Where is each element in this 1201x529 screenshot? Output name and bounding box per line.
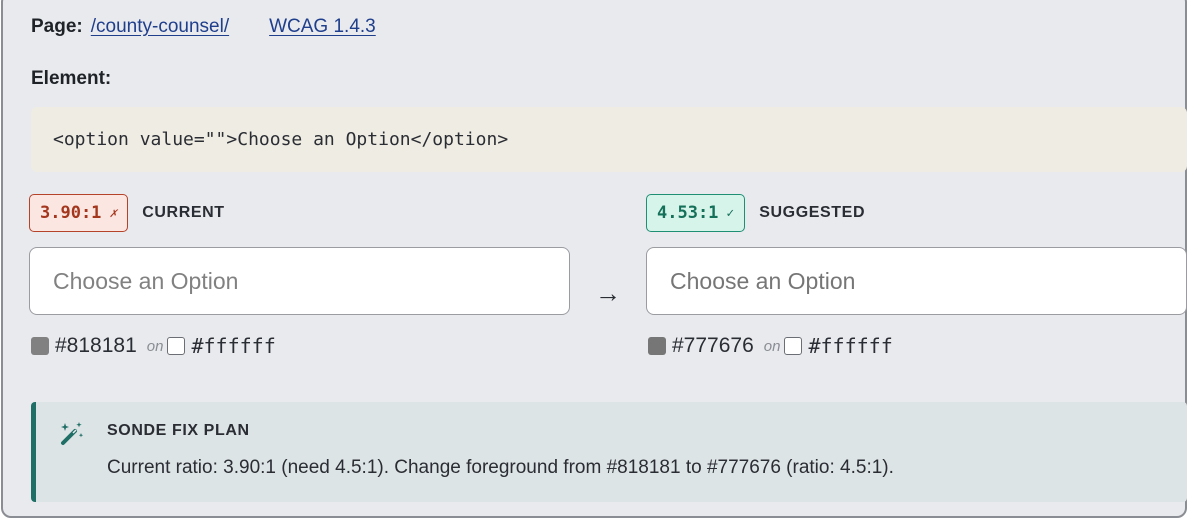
- suggested-column: 4.53:1 ✓ SUGGESTED Choose an Option #777…: [646, 193, 1187, 358]
- suggested-swatch-row: #777676 on #ffffff: [646, 334, 1187, 358]
- element-label: Element:: [31, 68, 112, 89]
- page-path-link[interactable]: /county-counsel/: [91, 16, 229, 38]
- current-swatch-row: #818181 on #ffffff: [29, 334, 570, 358]
- suggested-bg-hex: #ffffff: [808, 334, 893, 358]
- fail-x-icon: ✗: [109, 205, 118, 221]
- current-on-label: on: [146, 337, 164, 355]
- current-ratio-badge: 3.90:1 ✗: [29, 194, 129, 232]
- current-bg-swatch: [167, 337, 186, 355]
- fix-plan-panel: SONDE FIX PLAN Current ratio: 3.90:1 (ne…: [31, 402, 1187, 502]
- current-column: 3.90:1 ✗ CURRENT Choose an Option #81818…: [29, 193, 570, 358]
- suggested-ratio-value: 4.53:1: [657, 203, 719, 223]
- suggested-preview-box: Choose an Option: [646, 247, 1187, 315]
- suggested-fg-hex: #777676: [672, 334, 754, 357]
- element-code-snippet: <option value="">Choose an Option</optio…: [31, 107, 1187, 172]
- element-code-text: <option value="">Choose an Option</optio…: [53, 129, 509, 150]
- suggested-preview-text: Choose an Option: [670, 267, 856, 294]
- suggested-on-label: on: [763, 337, 781, 355]
- current-caption: CURRENT: [142, 204, 225, 221]
- pass-check-icon: ✓: [726, 205, 735, 221]
- current-bg-hex: #ffffff: [191, 334, 276, 358]
- current-preview-box: Choose an Option: [29, 247, 570, 315]
- fix-plan-text: Current ratio: 3.90:1 (need 4.5:1). Chan…: [107, 457, 894, 478]
- fix-plan-title: SONDE FIX PLAN: [107, 422, 250, 439]
- contrast-issue-card: Page: /county-counsel/ WCAG 1.4.3 Elemen…: [1, 0, 1187, 518]
- wcag-criterion-link[interactable]: WCAG 1.4.3: [269, 16, 376, 38]
- current-ratio-value: 3.90:1: [40, 203, 102, 223]
- suggested-caption: SUGGESTED: [759, 204, 866, 221]
- page-row: Page: /county-counsel/ WCAG 1.4.3: [31, 16, 376, 38]
- current-fg-swatch: [31, 337, 49, 355]
- suggested-ratio-row: 4.53:1 ✓ SUGGESTED: [646, 193, 1187, 233]
- current-ratio-row: 3.90:1 ✗ CURRENT: [29, 193, 570, 233]
- suggested-ratio-badge: 4.53:1 ✓: [646, 194, 746, 232]
- arrow-right-icon: →: [595, 278, 621, 308]
- current-fg-hex: #818181: [55, 334, 137, 357]
- suggested-bg-swatch: [784, 337, 803, 355]
- magic-wand-icon: [61, 422, 84, 445]
- suggested-fg-swatch: [648, 337, 666, 355]
- page-label: Page:: [31, 16, 83, 37]
- current-preview-text: Choose an Option: [53, 267, 239, 294]
